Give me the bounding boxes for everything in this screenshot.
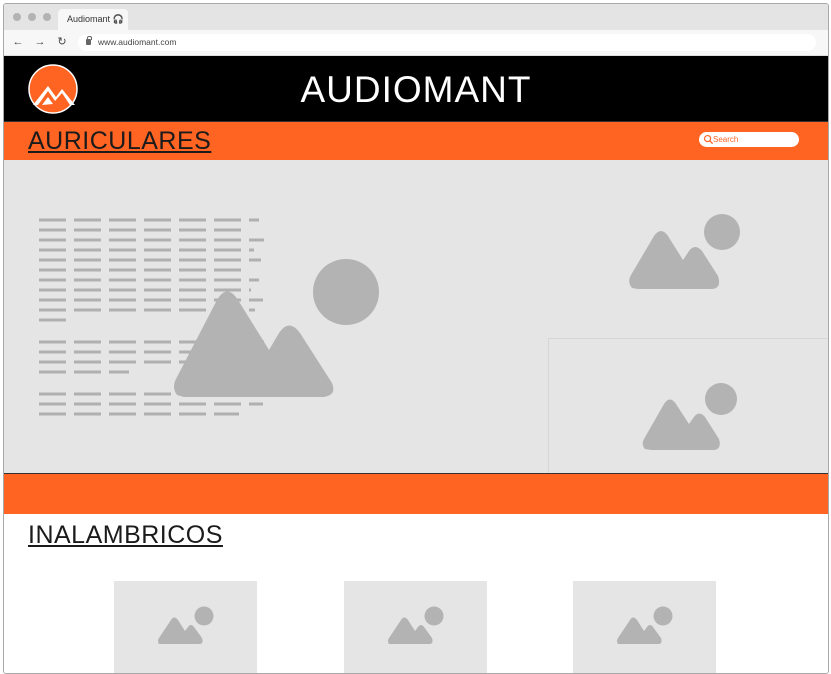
- search-input[interactable]: Search: [698, 131, 800, 148]
- side-image-placeholder-icon: [629, 214, 740, 289]
- brand-title: AUDIOMANT: [300, 69, 532, 110]
- hero-side-panel: [548, 338, 828, 474]
- reload-icon[interactable]: ↻: [56, 36, 68, 48]
- lock-icon: [86, 36, 92, 45]
- auriculares-title[interactable]: AURICULARES: [28, 127, 211, 156]
- browser-toolbar: ← → ↻ www.audiomant.com: [4, 30, 828, 56]
- image-placeholder-icon: [617, 606, 673, 644]
- image-placeholder-icon: [158, 606, 214, 644]
- browser-titlebar: Audiomant 🎧: [4, 4, 828, 30]
- product-card[interactable]: [114, 581, 257, 673]
- hero-image-placeholder-icon: [174, 259, 379, 397]
- address-bar[interactable]: www.audiomant.com: [78, 34, 816, 51]
- product-card[interactable]: [573, 581, 716, 673]
- maximize-window-dot[interactable]: [43, 13, 51, 21]
- minimize-window-dot[interactable]: [28, 13, 36, 21]
- site-header: AUDIOMANT: [4, 56, 828, 121]
- search-placeholder: Search: [713, 135, 739, 144]
- side-image-placeholder-icon: [642, 383, 737, 450]
- browser-tab[interactable]: Audiomant 🎧: [58, 9, 128, 30]
- auriculares-banner: AURICULARES Search: [4, 121, 828, 161]
- inalambricos-title[interactable]: INALAMBRICOS: [28, 521, 223, 550]
- product-card[interactable]: [344, 581, 487, 673]
- orange-divider-banner: [4, 473, 828, 515]
- close-window-dot[interactable]: [13, 13, 21, 21]
- hero-section: [4, 160, 828, 474]
- back-arrow-icon[interactable]: ←: [12, 36, 24, 48]
- inalambricos-section: INALAMBRICOS: [4, 514, 828, 673]
- browser-window: Audiomant 🎧 ← → ↻ www.audiomant.com AUDI…: [3, 3, 829, 674]
- address-url: www.audiomant.com: [98, 37, 177, 47]
- forward-arrow-icon[interactable]: →: [34, 36, 46, 48]
- image-placeholder-icon: [388, 606, 444, 644]
